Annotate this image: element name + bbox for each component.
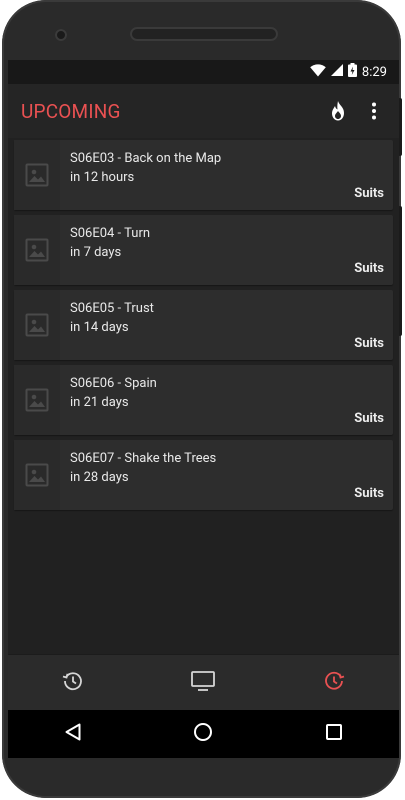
nav-history[interactable] <box>43 655 103 710</box>
home-button[interactable] <box>178 710 228 758</box>
episode-airtime: in 12 hours <box>70 170 135 185</box>
show-name: Suits <box>354 261 384 276</box>
episode-card[interactable]: S06E05 - Trust in 14 days Suits <box>14 290 393 360</box>
cell-signal-icon <box>330 64 343 80</box>
episode-airtime: in 14 days <box>70 320 129 335</box>
tv-icon <box>191 671 216 695</box>
recents-icon <box>325 724 342 744</box>
nav-upcoming[interactable] <box>304 655 364 710</box>
nav-shows[interactable] <box>173 655 233 710</box>
episode-title: S06E03 - Back on the Map <box>70 151 222 166</box>
screen: 8:29 UPCOMING S06E03 - Back on the Map i… <box>8 60 399 710</box>
episode-card[interactable]: S06E04 - Turn in 7 days Suits <box>14 215 393 285</box>
history-icon <box>62 670 84 696</box>
poster-placeholder-icon <box>14 290 60 360</box>
episode-airtime: in 21 days <box>70 395 129 410</box>
earpiece-speaker <box>130 27 278 41</box>
more-options-icon[interactable] <box>361 98 387 124</box>
show-name: Suits <box>354 486 384 501</box>
flame-icon[interactable] <box>325 98 351 124</box>
poster-placeholder-icon <box>14 365 60 435</box>
home-icon <box>193 722 213 746</box>
episode-card[interactable]: S06E07 - Shake the Trees in 28 days Suit… <box>14 440 393 510</box>
phone-frame: 8:29 UPCOMING S06E03 - Back on the Map i… <box>2 0 402 798</box>
front-camera <box>55 29 67 41</box>
episode-airtime: in 7 days <box>70 245 122 260</box>
app-bar: UPCOMING <box>8 84 399 138</box>
episode-card[interactable]: S06E03 - Back on the Map in 12 hours Sui… <box>14 140 393 210</box>
recents-button[interactable] <box>309 710 359 758</box>
back-icon <box>65 723 81 745</box>
poster-placeholder-icon <box>14 215 60 285</box>
episode-card[interactable]: S06E06 - Spain in 21 days Suits <box>14 365 393 435</box>
wifi-icon <box>310 63 326 81</box>
episode-title: S06E04 - Turn <box>70 226 151 241</box>
battery-icon <box>347 63 357 81</box>
poster-placeholder-icon <box>14 140 60 210</box>
back-button[interactable] <box>48 710 98 758</box>
bottom-navigation <box>8 654 399 710</box>
upcoming-clock-icon <box>323 670 345 696</box>
episode-title: S06E06 - Spain <box>70 376 157 391</box>
episode-airtime: in 28 days <box>70 470 129 485</box>
episode-title: S06E07 - Shake the Trees <box>70 451 217 466</box>
status-bar: 8:29 <box>8 60 399 84</box>
show-name: Suits <box>354 186 384 201</box>
episode-title: S06E05 - Trust <box>70 301 154 316</box>
system-navigation-bar <box>8 710 399 758</box>
page-title: UPCOMING <box>21 99 121 123</box>
poster-placeholder-icon <box>14 440 60 510</box>
show-name: Suits <box>354 336 384 351</box>
show-name: Suits <box>354 411 384 426</box>
clock-time: 8:29 <box>361 64 387 80</box>
upcoming-list: S06E03 - Back on the Map in 12 hours Sui… <box>8 138 399 510</box>
